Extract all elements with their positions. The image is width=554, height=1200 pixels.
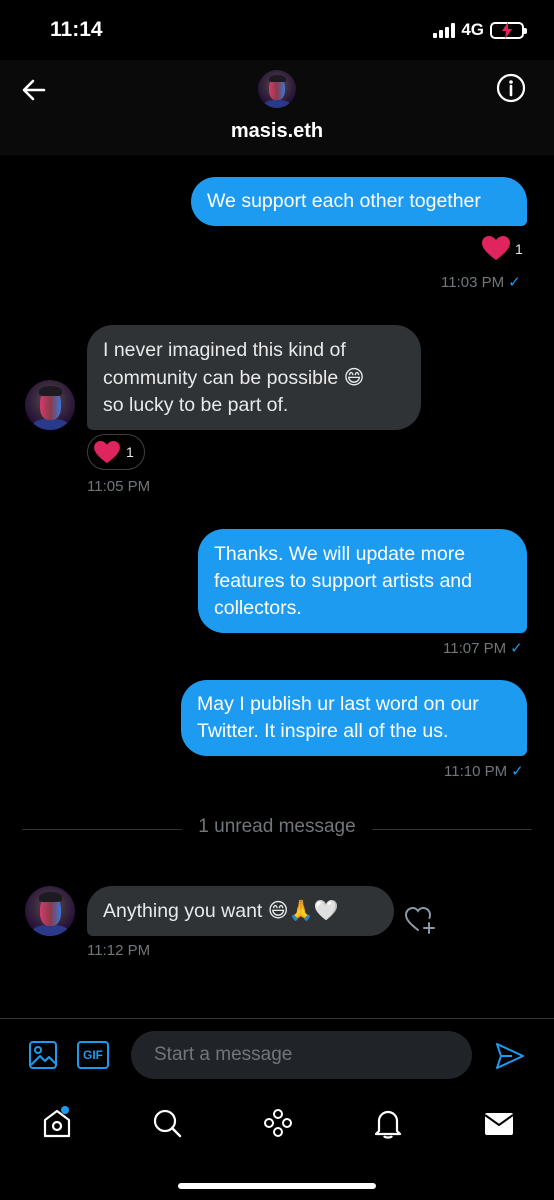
heart-icon — [94, 440, 120, 463]
unread-divider-label: 1 unread message — [198, 816, 356, 837]
message-line: community can be possible — [103, 367, 339, 389]
info-icon[interactable] — [496, 73, 526, 103]
signal-icon — [433, 22, 456, 38]
status-indicators: 4G — [433, 20, 527, 40]
image-icon[interactable] — [28, 1040, 58, 1070]
sent-check-icon: ✓ — [508, 274, 521, 291]
message-line: I never imagined this kind of — [103, 339, 346, 361]
battery-charging-icon — [490, 21, 527, 39]
message-timestamp: 11:05 PM — [87, 478, 151, 495]
reaction-count: 1 — [515, 240, 523, 257]
timestamp-text: 11:03 PM — [441, 274, 505, 291]
sent-check-icon: ✓ — [510, 640, 523, 657]
white-heart-emoji-icon: 🤍 — [313, 898, 339, 922]
gif-label: GIF — [83, 1048, 103, 1062]
message-reaction[interactable]: 1 — [87, 434, 145, 470]
outgoing-message[interactable]: Thanks. We will update more features to … — [198, 529, 527, 633]
sent-check-icon: ✓ — [511, 763, 524, 780]
gif-icon[interactable]: GIF — [77, 1041, 109, 1069]
network-label: 4G — [461, 20, 484, 39]
grinning-emoji-icon: 😄 — [267, 898, 289, 922]
conversation-title[interactable]: masis.eth — [0, 120, 554, 143]
home-icon[interactable] — [40, 1106, 74, 1140]
message-line: Thanks. We will update more — [214, 543, 466, 565]
grinning-emoji-icon: 😄 — [343, 365, 365, 389]
message-text: Anything you want — [103, 900, 263, 922]
folded-hands-emoji-icon: 🙏 — [288, 898, 314, 922]
message-line: May I publish ur last word on our — [197, 693, 479, 715]
message-line: Twitter. It inspire all of the us. — [197, 720, 449, 742]
add-reaction-icon[interactable] — [404, 905, 437, 935]
mail-icon[interactable] — [482, 1106, 516, 1140]
conversation-header: masis.eth — [0, 60, 554, 155]
message-timestamp: 11:03 PM ✓ — [441, 273, 521, 291]
sender-avatar[interactable] — [25, 886, 75, 936]
timestamp-text: 11:10 PM — [444, 763, 508, 780]
incoming-message[interactable]: I never imagined this kind of community … — [87, 325, 421, 430]
message-timestamp: 11:12 PM — [87, 942, 151, 959]
back-arrow-icon[interactable] — [18, 74, 50, 106]
bell-icon[interactable] — [371, 1106, 405, 1140]
message-input[interactable] — [131, 1031, 472, 1079]
spaces-icon[interactable] — [261, 1106, 295, 1140]
send-icon[interactable] — [494, 1041, 526, 1071]
header-avatar[interactable] — [258, 70, 296, 108]
message-timestamp: 11:07 PM ✓ — [443, 639, 523, 657]
message-reaction[interactable]: 1 — [482, 236, 523, 261]
outgoing-message[interactable]: We support each other together — [191, 177, 527, 226]
status-time: 11:14 — [50, 18, 103, 41]
timestamp-text: 11:07 PM — [443, 640, 507, 657]
message-timestamp: 11:10 PM ✓ — [444, 762, 524, 780]
message-text: We support each other together — [207, 190, 481, 212]
outgoing-message[interactable]: May I publish ur last word on our Twitte… — [181, 680, 527, 756]
message-line: features to support artists and — [214, 570, 472, 592]
message-line: collectors. — [214, 597, 302, 619]
message-line: so lucky to be part of. — [103, 394, 289, 416]
message-composer: GIF — [0, 1018, 554, 1090]
reaction-count: 1 — [126, 444, 134, 460]
incoming-message[interactable]: Anything you want 😄🙏🤍 — [87, 886, 394, 936]
sender-avatar[interactable] — [25, 380, 75, 430]
home-indicator[interactable] — [178, 1183, 376, 1189]
search-icon[interactable] — [150, 1106, 184, 1140]
heart-icon — [482, 236, 510, 260]
status-bar: 11:14 4G — [0, 0, 554, 60]
